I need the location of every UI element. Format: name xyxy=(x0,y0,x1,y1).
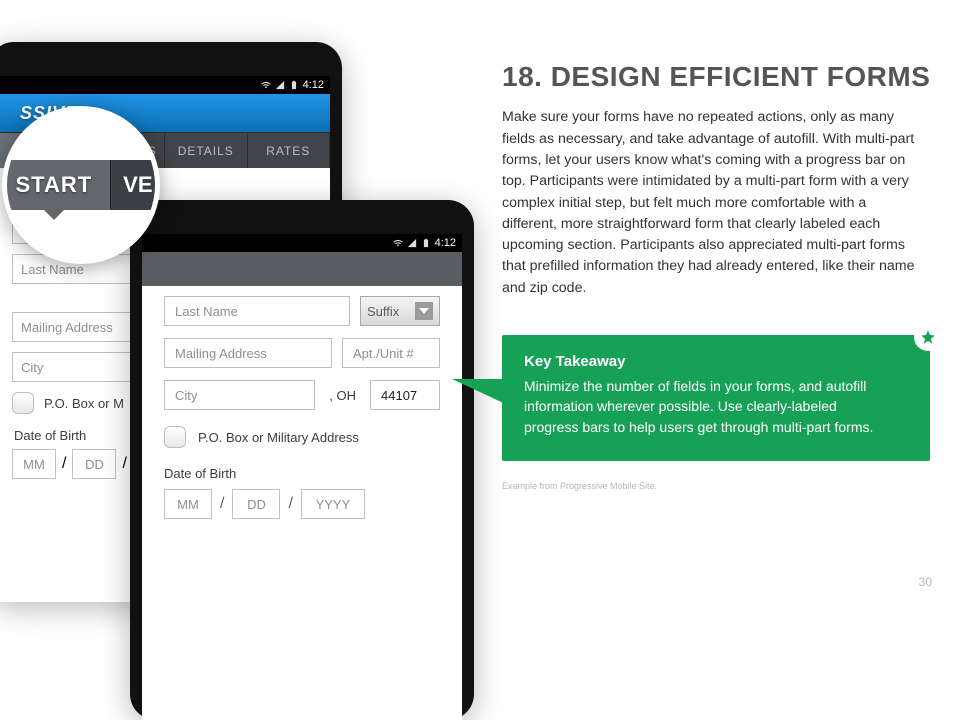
clock-text: 4:12 xyxy=(435,237,456,249)
state-label: , OH xyxy=(329,388,356,403)
dob-mm[interactable]: MM xyxy=(12,449,56,479)
suffix-select[interactable]: Suffix xyxy=(360,296,440,326)
callout-title: Key Takeaway xyxy=(524,353,882,370)
slash-1: / xyxy=(220,495,224,513)
phone-front: 4:12 Last Name Suffix Mailing Address Ap… xyxy=(130,200,474,720)
suffix-label: Suffix xyxy=(367,304,399,319)
wifi-icon xyxy=(261,80,271,90)
signal-icon xyxy=(275,80,285,90)
dob-yyyy[interactable]: YYYY xyxy=(301,489,365,519)
zip-field[interactable]: 44107 xyxy=(370,380,440,410)
pobox-label: P.O. Box or Military Address xyxy=(198,430,359,445)
page-number: 30 xyxy=(919,575,932,589)
magnifier: START VE xyxy=(2,106,160,264)
city-field[interactable]: City xyxy=(164,380,315,410)
magnifier-start-tab: START xyxy=(2,160,110,210)
dob-mm[interactable]: MM xyxy=(164,489,212,519)
magnifier-next-tab: VE xyxy=(110,160,160,210)
battery-icon xyxy=(289,80,299,90)
tab-rates[interactable]: RATES xyxy=(248,133,331,168)
tab-details[interactable]: DETAILS xyxy=(165,133,248,168)
caption: Example from Progressive Mobile Site. xyxy=(502,481,932,491)
dob-dd[interactable]: DD xyxy=(232,489,280,519)
page-title: 18. DESIGN EFFICIENT FORMS xyxy=(502,62,932,91)
pobox-label: P.O. Box or M xyxy=(44,396,124,411)
slash-2: / xyxy=(122,455,126,473)
dob-label: Date of Birth xyxy=(164,466,440,481)
mailing-field[interactable]: Mailing Address xyxy=(164,338,332,368)
body-text: Make sure your forms have no repeated ac… xyxy=(502,107,932,299)
last-name-field[interactable]: Last Name xyxy=(164,296,350,326)
key-takeaway: Key Takeaway Minimize the number of fiel… xyxy=(502,335,930,461)
star-icon xyxy=(914,323,942,351)
battery-icon xyxy=(421,238,431,248)
signal-icon xyxy=(407,238,417,248)
screen-front: 4:12 Last Name Suffix Mailing Address Ap… xyxy=(142,234,462,720)
checkbox-icon xyxy=(12,392,34,414)
dob-dd[interactable]: DD xyxy=(72,449,116,479)
status-bar: 4:12 xyxy=(142,234,462,252)
dob-row: MM / DD / YYYY xyxy=(164,489,440,519)
clock-text: 4:12 xyxy=(303,79,324,91)
tab-strip xyxy=(142,252,462,286)
chevron-down-icon xyxy=(415,302,433,320)
callout-body: Minimize the number of fields in your fo… xyxy=(524,376,882,437)
apt-field[interactable]: Apt./Unit # xyxy=(342,338,440,368)
wifi-icon xyxy=(393,238,403,248)
slash-2: / xyxy=(288,495,292,513)
pobox-checkbox[interactable]: P.O. Box or Military Address xyxy=(164,426,440,448)
checkbox-icon xyxy=(164,426,186,448)
status-bar: 4:12 xyxy=(0,76,330,94)
slash-1: / xyxy=(62,455,66,473)
